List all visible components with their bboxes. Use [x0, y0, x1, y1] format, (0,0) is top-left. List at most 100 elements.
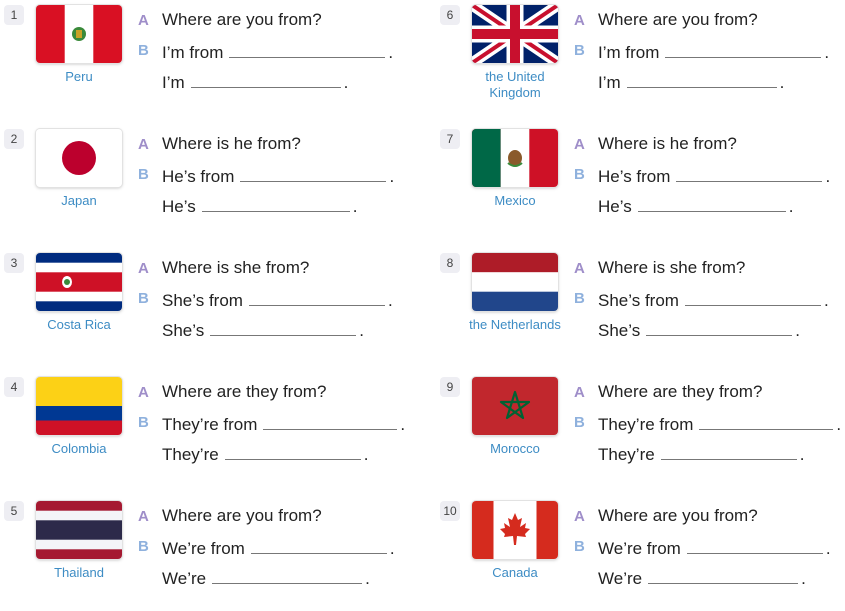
speaker-b-label: B — [574, 166, 585, 183]
short-answer-prefix: They’re — [598, 445, 655, 464]
question-text: Where is he from? — [162, 134, 301, 153]
japan-flag-icon — [36, 129, 122, 187]
country-name: the Netherlands — [469, 317, 561, 332]
short-answer-prefix: I’m — [598, 73, 621, 92]
exercise-item-5: 5 Thailand A B Where are you from? We’re… — [4, 501, 424, 611]
answer-line: We’re from. — [162, 536, 395, 559]
period: . — [799, 445, 805, 464]
period: . — [388, 43, 394, 62]
short-answer-line: They’re. — [598, 442, 804, 465]
canada-flag-icon — [472, 501, 558, 559]
answer-prefix: We’re from — [162, 539, 245, 558]
colombia-flag-icon — [36, 377, 122, 435]
answer-line: They’re from. — [598, 412, 841, 435]
answer-line: I’m from. — [162, 40, 393, 63]
short-answer-line: I’m. — [598, 70, 784, 93]
answer-line: She’s from. — [162, 288, 393, 311]
period: . — [389, 539, 395, 558]
short-answer-blank[interactable] — [648, 566, 799, 584]
answer-line: He’s from. — [162, 164, 394, 187]
exercise-item-8: 8 the Netherlands A B Where is she from?… — [440, 253, 845, 363]
answer-line: We’re from. — [598, 536, 831, 559]
question-text: Where is he from? — [598, 134, 737, 153]
short-answer-blank[interactable] — [660, 442, 797, 460]
exercise-item-4: 4 Colombia A B Where are they from? They… — [4, 377, 424, 487]
period: . — [389, 167, 395, 186]
answer-prefix: I’m from — [162, 43, 224, 62]
speaker-b-label: B — [574, 414, 585, 431]
answer-prefix: They’re from — [598, 415, 694, 434]
period: . — [363, 445, 369, 464]
item-number: 1 — [4, 5, 24, 25]
question-text: Where are you from? — [162, 506, 322, 525]
answer-blank[interactable] — [250, 536, 387, 554]
answer-blank[interactable] — [229, 40, 386, 58]
speaker-a-label: A — [574, 384, 585, 401]
answer-blank[interactable] — [665, 40, 822, 58]
speaker-a-label: A — [138, 12, 149, 29]
period: . — [795, 321, 800, 340]
speaker-a-label: A — [574, 12, 585, 29]
speaker-a-label: A — [574, 260, 585, 277]
item-number: 3 — [4, 253, 24, 273]
speaker-b-label: B — [138, 166, 149, 183]
short-answer-line: I’m. — [162, 70, 348, 93]
question-text: Where are you from? — [598, 10, 758, 29]
netherlands-flag-icon — [472, 253, 558, 311]
answer-blank[interactable] — [699, 412, 834, 430]
short-answer-prefix: He’s — [598, 197, 632, 216]
period: . — [343, 73, 349, 92]
period: . — [387, 291, 393, 310]
short-answer-prefix: She’s — [162, 321, 205, 340]
costa-rica-flag-icon — [36, 253, 122, 311]
short-answer-blank[interactable] — [224, 442, 361, 460]
item-number: 7 — [440, 129, 460, 149]
answer-blank[interactable] — [240, 164, 387, 182]
speaker-a-label: A — [574, 508, 585, 525]
period: . — [824, 43, 830, 62]
short-answer-blank[interactable] — [190, 70, 341, 88]
item-number: 9 — [440, 377, 460, 397]
speaker-a-label: A — [574, 136, 585, 153]
short-answer-blank[interactable] — [646, 318, 793, 336]
country-name: Peru — [65, 69, 93, 84]
short-answer-blank[interactable] — [212, 566, 363, 584]
answer-blank[interactable] — [686, 536, 823, 554]
short-answer-blank[interactable] — [637, 194, 786, 212]
speaker-a-label: A — [138, 136, 149, 153]
thailand-flag-icon — [36, 501, 122, 559]
item-number: 5 — [4, 501, 24, 521]
short-answer-prefix: She’s — [598, 321, 641, 340]
question-text: Where are they from? — [162, 382, 327, 401]
answer-prefix: She’s from — [162, 291, 243, 310]
answer-blank[interactable] — [248, 288, 385, 306]
morocco-flag-icon — [472, 377, 558, 435]
speaker-b-label: B — [138, 414, 149, 431]
short-answer-line: They’re. — [162, 442, 368, 465]
answer-line: He’s from. — [598, 164, 830, 187]
item-number: 10 — [440, 501, 460, 521]
exercise-item-9: 9 Morocco A B Where are they from? They’… — [440, 377, 845, 487]
speaker-a-label: A — [138, 260, 149, 277]
speaker-b-label: B — [138, 538, 149, 555]
answer-prefix: She’s from — [598, 291, 679, 310]
country-name: Colombia — [51, 441, 107, 456]
answer-blank[interactable] — [676, 164, 823, 182]
speaker-b-label: B — [574, 290, 585, 307]
answer-line: She’s from. — [598, 288, 829, 311]
answer-blank[interactable] — [263, 412, 398, 430]
period: . — [825, 167, 831, 186]
short-answer-line: She’s. — [162, 318, 364, 341]
period: . — [352, 197, 358, 216]
answer-prefix: I’m from — [598, 43, 660, 62]
question-text: Where are they from? — [598, 382, 763, 401]
period: . — [836, 415, 842, 434]
short-answer-blank[interactable] — [201, 194, 350, 212]
answer-blank[interactable] — [684, 288, 821, 306]
short-answer-blank[interactable] — [210, 318, 357, 336]
speaker-a-label: A — [138, 384, 149, 401]
answer-prefix: He’s from — [598, 167, 671, 186]
short-answer-blank[interactable] — [626, 70, 777, 88]
answer-prefix: He’s from — [162, 167, 235, 186]
question-text: Where are you from? — [162, 10, 322, 29]
